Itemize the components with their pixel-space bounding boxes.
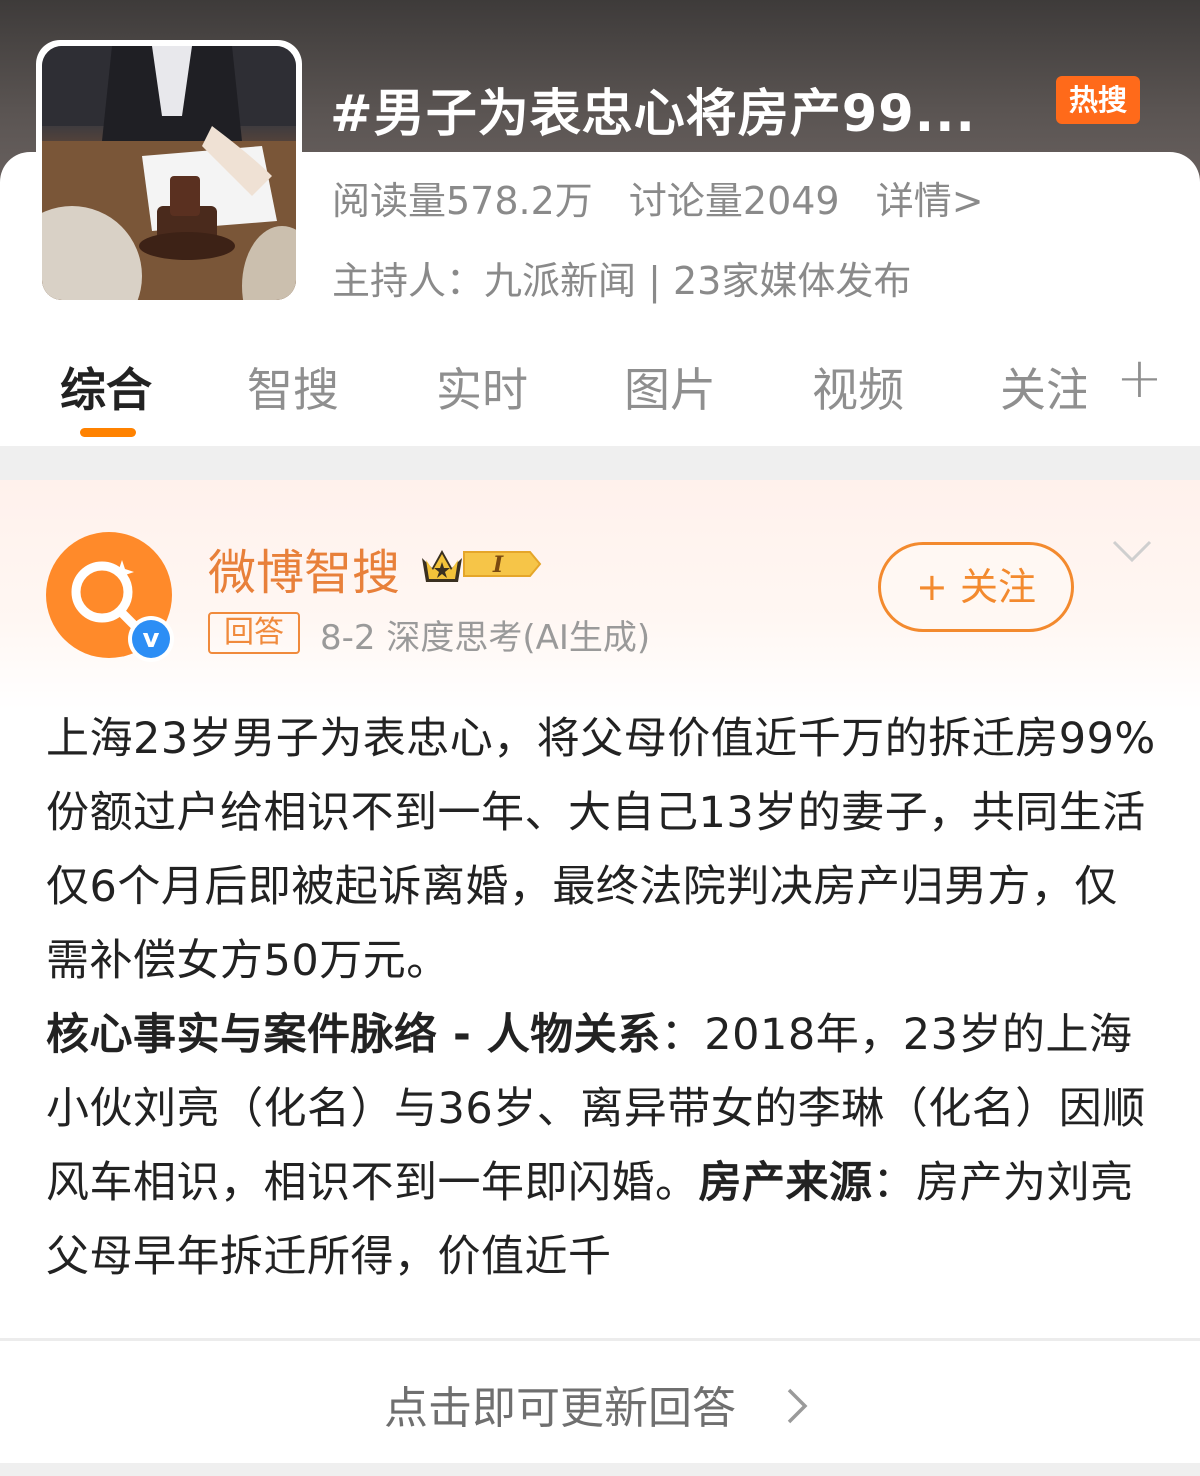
chevron-right-icon[interactable]	[784, 1386, 810, 1430]
active-tab-indicator	[80, 428, 136, 437]
reply-tag: 回答	[208, 612, 300, 654]
answer-paragraph: 上海23岁男子为表忠心，将父母价值近千万的拆迁房99%份额过户给相识不到一年、大…	[46, 714, 1156, 986]
bottom-strip	[0, 1463, 1200, 1476]
author-name[interactable]: 微博智搜	[208, 533, 400, 603]
read-count: 阅读量578.2万	[332, 179, 593, 223]
section-title: 房产来源	[698, 1158, 873, 1208]
crown-level-badge[interactable]: I	[418, 540, 544, 592]
details-link[interactable]: 详情>	[876, 179, 984, 223]
tab-realtime[interactable]: 实时	[436, 354, 528, 420]
section-gap	[0, 446, 1200, 480]
svg-text:I: I	[492, 552, 504, 578]
verified-icon: v	[128, 616, 174, 662]
section-title: 核心事实与案件脉络 - 人物关系	[46, 1010, 661, 1060]
follow-button[interactable]: + 关注	[878, 542, 1074, 632]
refresh-answer-link[interactable]: 点击即可更新回答	[384, 1372, 736, 1436]
discussion-count: 讨论量2049	[628, 179, 840, 223]
tab-comprehensive[interactable]: 综合	[60, 354, 152, 420]
tab-following[interactable]: 关注	[1000, 354, 1086, 420]
tab-images[interactable]: 图片	[624, 354, 716, 420]
topic-title: #男子为表忠心将房产99...	[330, 85, 976, 144]
hot-badge: 热搜	[1056, 76, 1140, 124]
answer-section: 核心事实与案件脉络 - 人物关系：2018年，23岁的上海小伙刘亮（化名）与36…	[46, 998, 1158, 1294]
tab-smart-search[interactable]: 智搜	[247, 354, 339, 420]
plus-icon[interactable]: +	[1116, 346, 1163, 411]
courtroom-gavel-photo	[42, 46, 296, 300]
post-meta: 8-2 深度思考(AI生成)	[320, 618, 651, 658]
topic-host[interactable]: 主持人：九派新闻 | 23家媒体发布	[332, 250, 911, 305]
chevron-down-icon[interactable]	[1110, 536, 1154, 570]
answer-content: 上海23岁男子为表忠心，将父母价值近千万的拆迁房99%份额过户给相识不到一年、大…	[46, 702, 1158, 1294]
tab-bar: 综合 智搜 实时 图片 视频 关注 +	[0, 340, 1200, 440]
tab-videos[interactable]: 视频	[812, 354, 904, 420]
topic-thumbnail[interactable]	[36, 40, 302, 306]
topic-stats: 阅读量578.2万 讨论量2049 详情>	[332, 170, 1008, 225]
